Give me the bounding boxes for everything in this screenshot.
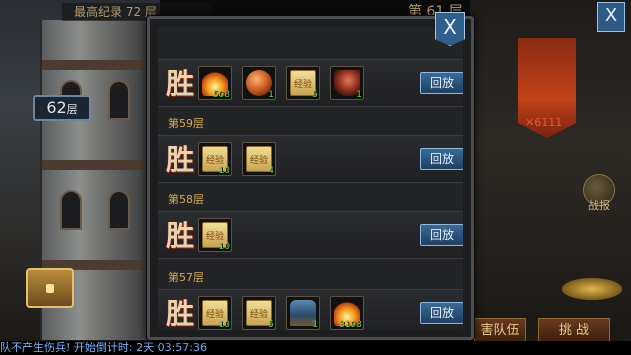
my-floor-unit: 层 bbox=[66, 103, 78, 116]
close-panel-button[interactable]: X bbox=[597, 2, 625, 32]
floor-section-title: 第57层 bbox=[168, 271, 204, 284]
reward-item-slot[interactable]: 508 bbox=[198, 66, 232, 100]
record-list[interactable]: 胜508151回放第59层胜104回放第58层胜10回放第57层胜1051319… bbox=[158, 27, 463, 331]
reward-item-count: 1 bbox=[312, 320, 318, 330]
reward-item-slot[interactable]: 10 bbox=[198, 218, 232, 252]
treasure-chest-icon[interactable] bbox=[26, 268, 74, 308]
replay-button[interactable]: 回放 bbox=[420, 148, 463, 170]
battle-report-label: 战报 bbox=[588, 199, 610, 212]
reward-item-count: 3193 bbox=[339, 320, 362, 330]
reward-item-count: 1 bbox=[356, 90, 362, 100]
close-modal-button[interactable]: X bbox=[435, 12, 465, 46]
reward-item-slot[interactable]: 5 bbox=[242, 296, 276, 330]
reward-item-slot[interactable]: 3193 bbox=[330, 296, 364, 330]
battle-record-row: 胜 10 回放 bbox=[158, 211, 463, 259]
gold-pile-icon bbox=[562, 278, 622, 300]
victory-mark: 胜 bbox=[166, 67, 195, 100]
victory-mark: 胜 bbox=[166, 143, 195, 176]
countdown-ticker: 队不产生伤兵! 开始倒计时: 2天 03:57:36 bbox=[0, 341, 631, 355]
power-value: 6111 bbox=[534, 116, 563, 129]
reward-item-count: 5 bbox=[312, 90, 318, 100]
power-prefix: ✕ bbox=[525, 116, 535, 129]
battle-record-row: 胜 508 1 5 1 回放 bbox=[158, 59, 463, 107]
my-floor-badge: 62层 bbox=[33, 95, 91, 121]
my-floor-number: 62 bbox=[46, 98, 67, 117]
floor-section-title: 第59层 bbox=[168, 117, 204, 130]
replay-button[interactable]: 回放 bbox=[420, 302, 463, 324]
replay-button[interactable]: 回放 bbox=[420, 72, 463, 94]
power-label: ✕6111 bbox=[525, 116, 562, 129]
reward-item-slot[interactable]: 1 bbox=[242, 66, 276, 100]
reward-item-count: 1 bbox=[268, 90, 274, 100]
battle-record-modal: 胜508151回放第59层胜104回放第58层胜10回放第57层胜1051319… bbox=[147, 16, 474, 340]
reward-item-count: 508 bbox=[212, 90, 230, 100]
battle-record-row: 胜 10 4 回放 bbox=[158, 135, 463, 183]
reward-item-slot[interactable]: 10 bbox=[198, 142, 232, 176]
reward-item-count: 5 bbox=[268, 320, 274, 330]
victory-mark: 胜 bbox=[166, 219, 195, 252]
reward-item-slot[interactable]: 1 bbox=[330, 66, 364, 100]
reward-item-slot[interactable]: 5 bbox=[286, 66, 320, 100]
replay-button[interactable]: 回放 bbox=[420, 224, 463, 246]
reward-item-count: 4 bbox=[268, 166, 274, 176]
reward-item-slot[interactable]: 10 bbox=[198, 296, 232, 330]
reward-item-count: 10 bbox=[218, 166, 230, 176]
reward-item-slot[interactable]: 1 bbox=[286, 296, 320, 330]
reward-item-count: 10 bbox=[218, 320, 230, 330]
victory-mark: 胜 bbox=[166, 297, 195, 330]
reward-item-slot[interactable]: 4 bbox=[242, 142, 276, 176]
battle-record-row: 胜 10 5 1 3193 回放 bbox=[158, 289, 463, 331]
reward-item-count: 10 bbox=[218, 242, 230, 252]
floor-section-title: 第58层 bbox=[168, 193, 204, 206]
